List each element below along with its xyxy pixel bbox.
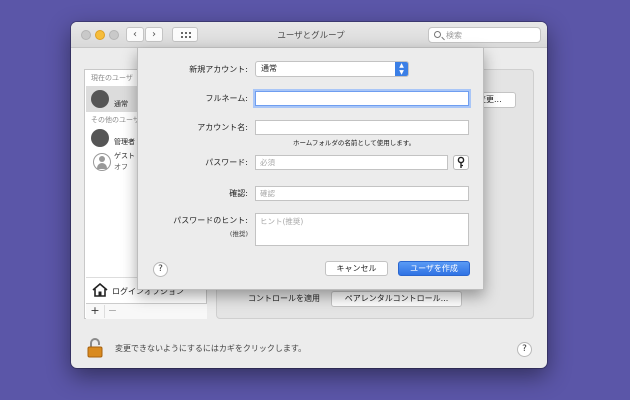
password-hint-label: パスワードのヒント:: [173, 216, 248, 225]
other-users-header: その他のユーザ: [91, 116, 140, 124]
help-button[interactable]: ?: [517, 342, 532, 357]
key-icon: [457, 156, 465, 168]
verify-field[interactable]: 確認: [255, 186, 469, 201]
user-name: 通常: [114, 100, 128, 108]
account-type-value: 通常: [261, 64, 277, 73]
search-placeholder: 検索: [446, 31, 462, 40]
account-name-label: アカウント名:: [197, 123, 248, 132]
add-remove-bar: + −: [86, 303, 207, 319]
forward-icon: ›: [152, 29, 156, 40]
new-account-sheet: 新規アカウント: 通常 ▲ ▼ フルネーム: アカウント名: ホームフォルダの名前…: [137, 48, 484, 290]
close-button[interactable]: [81, 30, 91, 40]
back-button[interactable]: ‹: [126, 27, 144, 42]
password-assistant-button[interactable]: [453, 155, 469, 170]
lock-icon[interactable]: [87, 338, 105, 358]
create-user-button[interactable]: ユーザを作成: [398, 261, 470, 276]
cancel-button[interactable]: キャンセル: [325, 261, 388, 276]
title-bar: ‹ › ユーザとグループ 検索: [71, 22, 547, 48]
password-hint-field[interactable]: ヒント(推奨): [255, 213, 469, 246]
password-label: パスワード:: [205, 158, 248, 167]
minimize-button[interactable]: [95, 30, 105, 40]
sheet-help-button[interactable]: ?: [153, 262, 168, 277]
user-name: 管理者: [114, 138, 135, 146]
account-name-hint: ホームフォルダの名前として使用します。: [293, 139, 416, 147]
search-icon: [434, 31, 441, 38]
password-field[interactable]: 必須: [255, 155, 448, 170]
house-icon: [92, 283, 108, 297]
parental-controls-button[interactable]: ペアレンタルコントロール...: [331, 291, 462, 307]
add-user-button[interactable]: +: [87, 305, 103, 318]
password-hint-sublabel: (推奨): [229, 230, 248, 238]
forward-button[interactable]: ›: [145, 27, 163, 42]
account-type-label: 新規アカウント:: [189, 65, 248, 74]
full-name-field[interactable]: [255, 91, 469, 106]
full-name-label: フルネーム:: [205, 94, 248, 103]
guest-avatar-icon: [93, 153, 111, 171]
remove-user-button[interactable]: −: [104, 305, 120, 318]
back-icon: ‹: [133, 29, 137, 40]
updown-arrows-icon: ▲ ▼: [395, 62, 408, 76]
current-users-header: 現在のユーザ: [91, 74, 133, 82]
search-input[interactable]: 検索: [428, 27, 541, 43]
account-name-field[interactable]: [255, 120, 469, 135]
parental-label: コントロールを適用: [248, 294, 320, 303]
user-status: オフ: [114, 163, 128, 171]
window-title: ユーザとグループ: [277, 31, 345, 41]
lock-text: 変更できないようにするにはカギをクリックします。: [115, 344, 307, 353]
zoom-button[interactable]: [109, 30, 119, 40]
show-all-button[interactable]: [172, 27, 198, 42]
user-name: ゲスト: [114, 152, 135, 160]
avatar: [91, 129, 109, 147]
account-type-select[interactable]: 通常 ▲ ▼: [255, 61, 409, 77]
avatar: [91, 90, 109, 108]
verify-label: 確認:: [229, 189, 248, 198]
